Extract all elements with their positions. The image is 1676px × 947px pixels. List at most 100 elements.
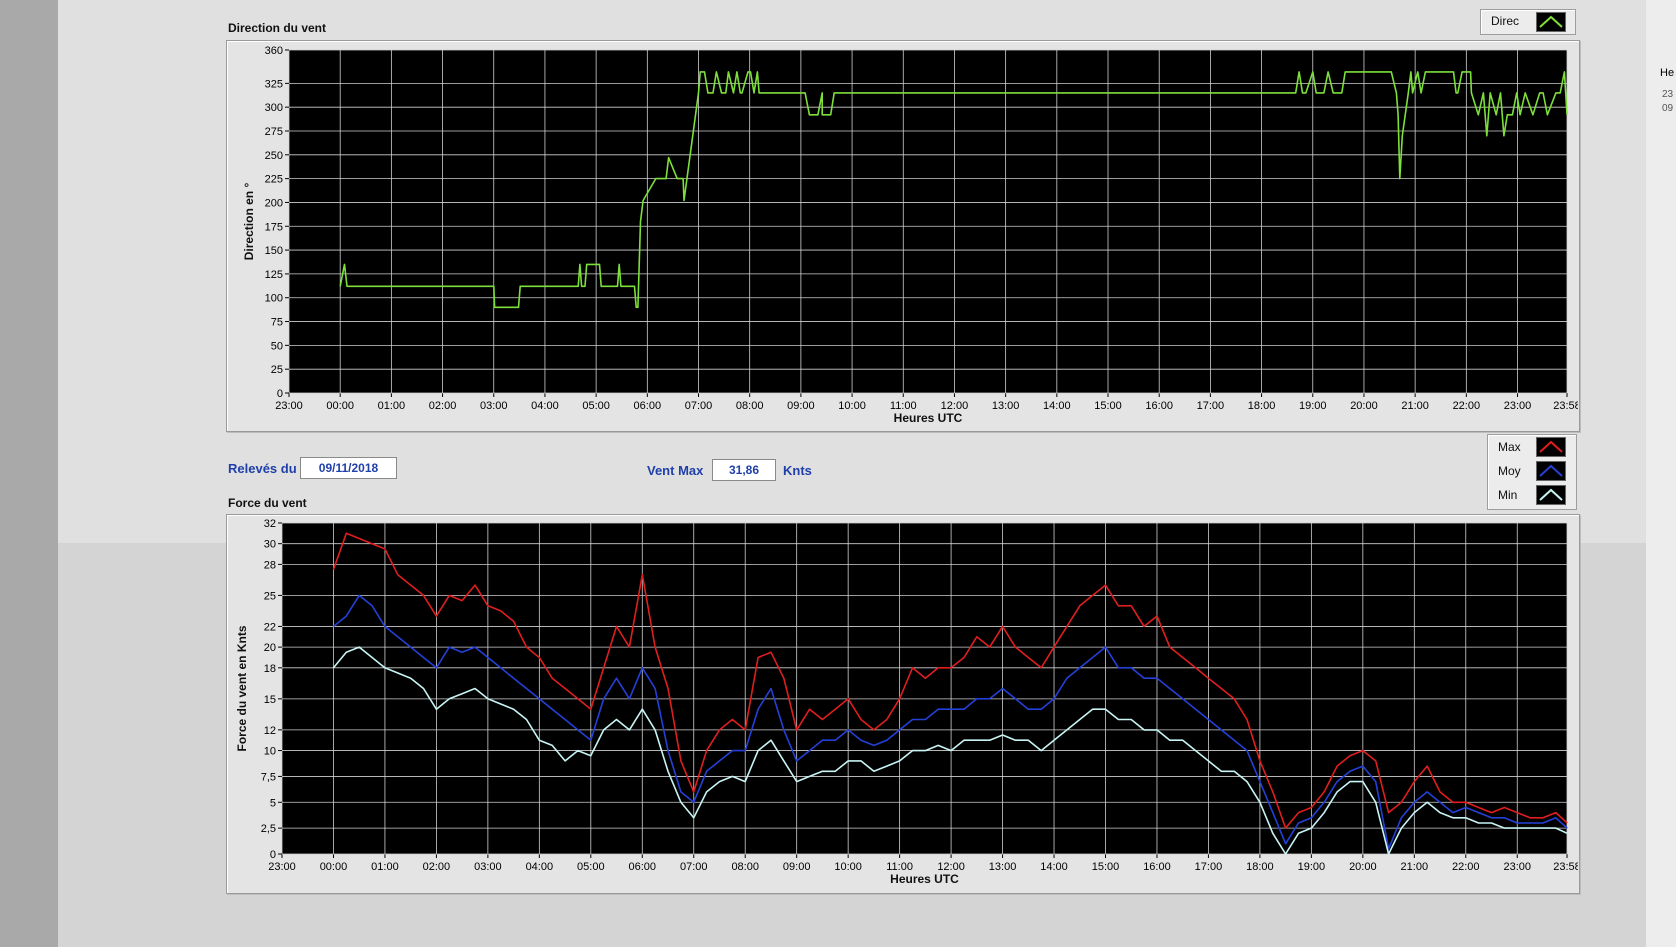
direction-chart: 23:00 00:00 01:00 02:00 03:00 04:00 05:00 06:00…	[242, 45, 1578, 425]
direction-y-tick-label: 75	[271, 317, 283, 329]
legend-line-direc	[1539, 15, 1563, 28]
force-y-axis-label: Force du vent en Knts	[235, 625, 249, 751]
force-x-tick-label: 16:00	[1143, 861, 1171, 873]
max-wind-label: Vent Max	[647, 463, 704, 478]
direction-x-tick-label: 03:00	[480, 400, 508, 412]
force-chart-title: Force du vent	[228, 496, 307, 510]
direction-x-tick-label: 07:00	[685, 400, 713, 412]
force-x-tick-label: 19:00	[1298, 861, 1326, 873]
direction-x-tick-label: 08:00	[736, 400, 764, 412]
force-y-tick-label: 22	[264, 621, 276, 633]
force-legend[interactable]: Max Moy Min	[1487, 434, 1577, 510]
direction-y-tick-label: 100	[265, 293, 283, 305]
direction-x-tick-label: 00:00	[326, 400, 354, 412]
direction-x-tick-label: 17:00	[1197, 400, 1225, 412]
force-x-tick-label: 08:00	[731, 861, 759, 873]
direction-x-tick-label: 23:00	[1504, 400, 1532, 412]
force-x-tick-label: 23:00	[268, 861, 296, 873]
force-y-tick-label: 30	[264, 539, 276, 551]
max-wind-unit: Knts	[783, 463, 812, 478]
direction-x-tick-label: 23:00	[275, 400, 303, 412]
direction-y-tick-label: 150	[265, 245, 283, 257]
date-field[interactable]: 09/11/2018	[300, 457, 397, 479]
force-y-tick-label: 10	[264, 746, 276, 758]
force-y-tick-label: 2,5	[261, 823, 276, 835]
direction-x-tick-label: 13:00	[992, 400, 1020, 412]
direction-y-axis-label: Direction en °	[242, 183, 256, 261]
force-x-tick-label: 04:00	[526, 861, 554, 873]
legend-label-max: Max	[1498, 440, 1521, 454]
force-x-tick-label: 07:00	[680, 861, 708, 873]
direction-x-tick-label: 20:00	[1350, 400, 1378, 412]
force-x-tick-label: 18:00	[1246, 861, 1274, 873]
max-wind-field[interactable]: 31,86	[712, 459, 776, 481]
direction-y-tick-label: 250	[265, 150, 283, 162]
force-x-tick-label: 06:00	[629, 861, 657, 873]
edge-value-2: 09	[1662, 103, 1674, 114]
direction-y-tick-label: 225	[265, 174, 283, 186]
legend-swatch-min	[1536, 485, 1566, 505]
force-x-tick-label: 14:00	[1040, 861, 1068, 873]
direction-legend[interactable]: Direc	[1480, 9, 1576, 35]
direction-x-tick-label: 06:00	[634, 400, 662, 412]
direction-x-tick-label: 01:00	[378, 400, 406, 412]
legend-label-direc: Direc	[1491, 14, 1520, 28]
direction-y-tick-label: 175	[265, 221, 283, 233]
direction-x-tick-label: 02:00	[429, 400, 457, 412]
force-x-tick-label: 13:00	[989, 861, 1017, 873]
direction-x-tick-label: 15:00	[1094, 400, 1122, 412]
legend-line-min	[1539, 488, 1563, 501]
direction-x-tick-label: 23:58	[1553, 400, 1578, 412]
force-y-tick-label: 28	[264, 559, 276, 571]
direction-y-tick-label: 125	[265, 269, 283, 281]
force-x-axis-label: Heures UTC	[890, 872, 959, 886]
force-y-tick-label: 32	[264, 518, 276, 530]
edge-value-1: 23	[1662, 89, 1674, 100]
force-x-tick-label: 01:00	[371, 861, 399, 873]
force-x-tick-label: 22:00	[1452, 861, 1480, 873]
force-y-tick-label: 15	[264, 694, 276, 706]
force-y-tick-label: 5	[270, 797, 276, 809]
direction-x-tick-label: 04:00	[531, 400, 559, 412]
force-x-tick-label: 02:00	[423, 861, 451, 873]
legend-swatch-max	[1536, 437, 1566, 457]
force-x-tick-label: 09:00	[783, 861, 811, 873]
force-y-tick-label: 7,5	[261, 771, 276, 783]
force-x-tick-label: 20:00	[1349, 861, 1377, 873]
force-x-tick-label: 21:00	[1401, 861, 1429, 873]
direction-x-axis-label: Heures UTC	[894, 411, 963, 425]
legend-line-moy	[1539, 464, 1563, 477]
legend-swatch-moy	[1536, 461, 1566, 481]
force-x-tick-label: 23:58	[1553, 861, 1578, 873]
direction-x-tick-label: 14:00	[1043, 400, 1071, 412]
direction-y-tick-label: 50	[271, 340, 283, 352]
direction-x-tick-label: 05:00	[582, 400, 610, 412]
force-x-tick-label: 03:00	[474, 861, 502, 873]
force-y-tick-label: 18	[264, 663, 276, 675]
legend-label-moy: Moy	[1498, 464, 1521, 478]
direction-y-tick-label: 25	[271, 364, 283, 376]
force-y-tick-label: 20	[264, 642, 276, 654]
direction-x-tick-label: 22:00	[1453, 400, 1481, 412]
legend-line-max	[1539, 440, 1563, 453]
right-edge-panel	[1646, 0, 1676, 947]
direction-x-tick-label: 18:00	[1248, 400, 1276, 412]
legend-swatch-direc	[1536, 12, 1566, 32]
force-chart: 23:00 00:00 01:00 02:00 03:00 04:00 05:00 06:00…	[235, 518, 1578, 886]
direction-x-tick-label: 10:00	[838, 400, 866, 412]
direction-x-tick-label: 21:00	[1401, 400, 1429, 412]
force-x-tick-label: 17:00	[1195, 861, 1223, 873]
direction-x-tick-label: 19:00	[1299, 400, 1327, 412]
force-x-tick-label: 00:00	[320, 861, 348, 873]
force-y-tick-label: 0	[270, 849, 276, 861]
direction-plot-area	[289, 50, 1567, 393]
force-x-tick-label: 05:00	[577, 861, 605, 873]
direction-y-tick-label: 275	[265, 126, 283, 138]
force-x-tick-label: 23:00	[1503, 861, 1531, 873]
direction-y-tick-label: 300	[265, 102, 283, 114]
direction-chart-title: Direction du vent	[228, 21, 327, 35]
direction-x-tick-label: 16:00	[1145, 400, 1173, 412]
direction-y-tick-label: 200	[265, 197, 283, 209]
force-y-tick-label: 12	[264, 725, 276, 737]
direction-y-tick-label: 0	[277, 388, 283, 400]
